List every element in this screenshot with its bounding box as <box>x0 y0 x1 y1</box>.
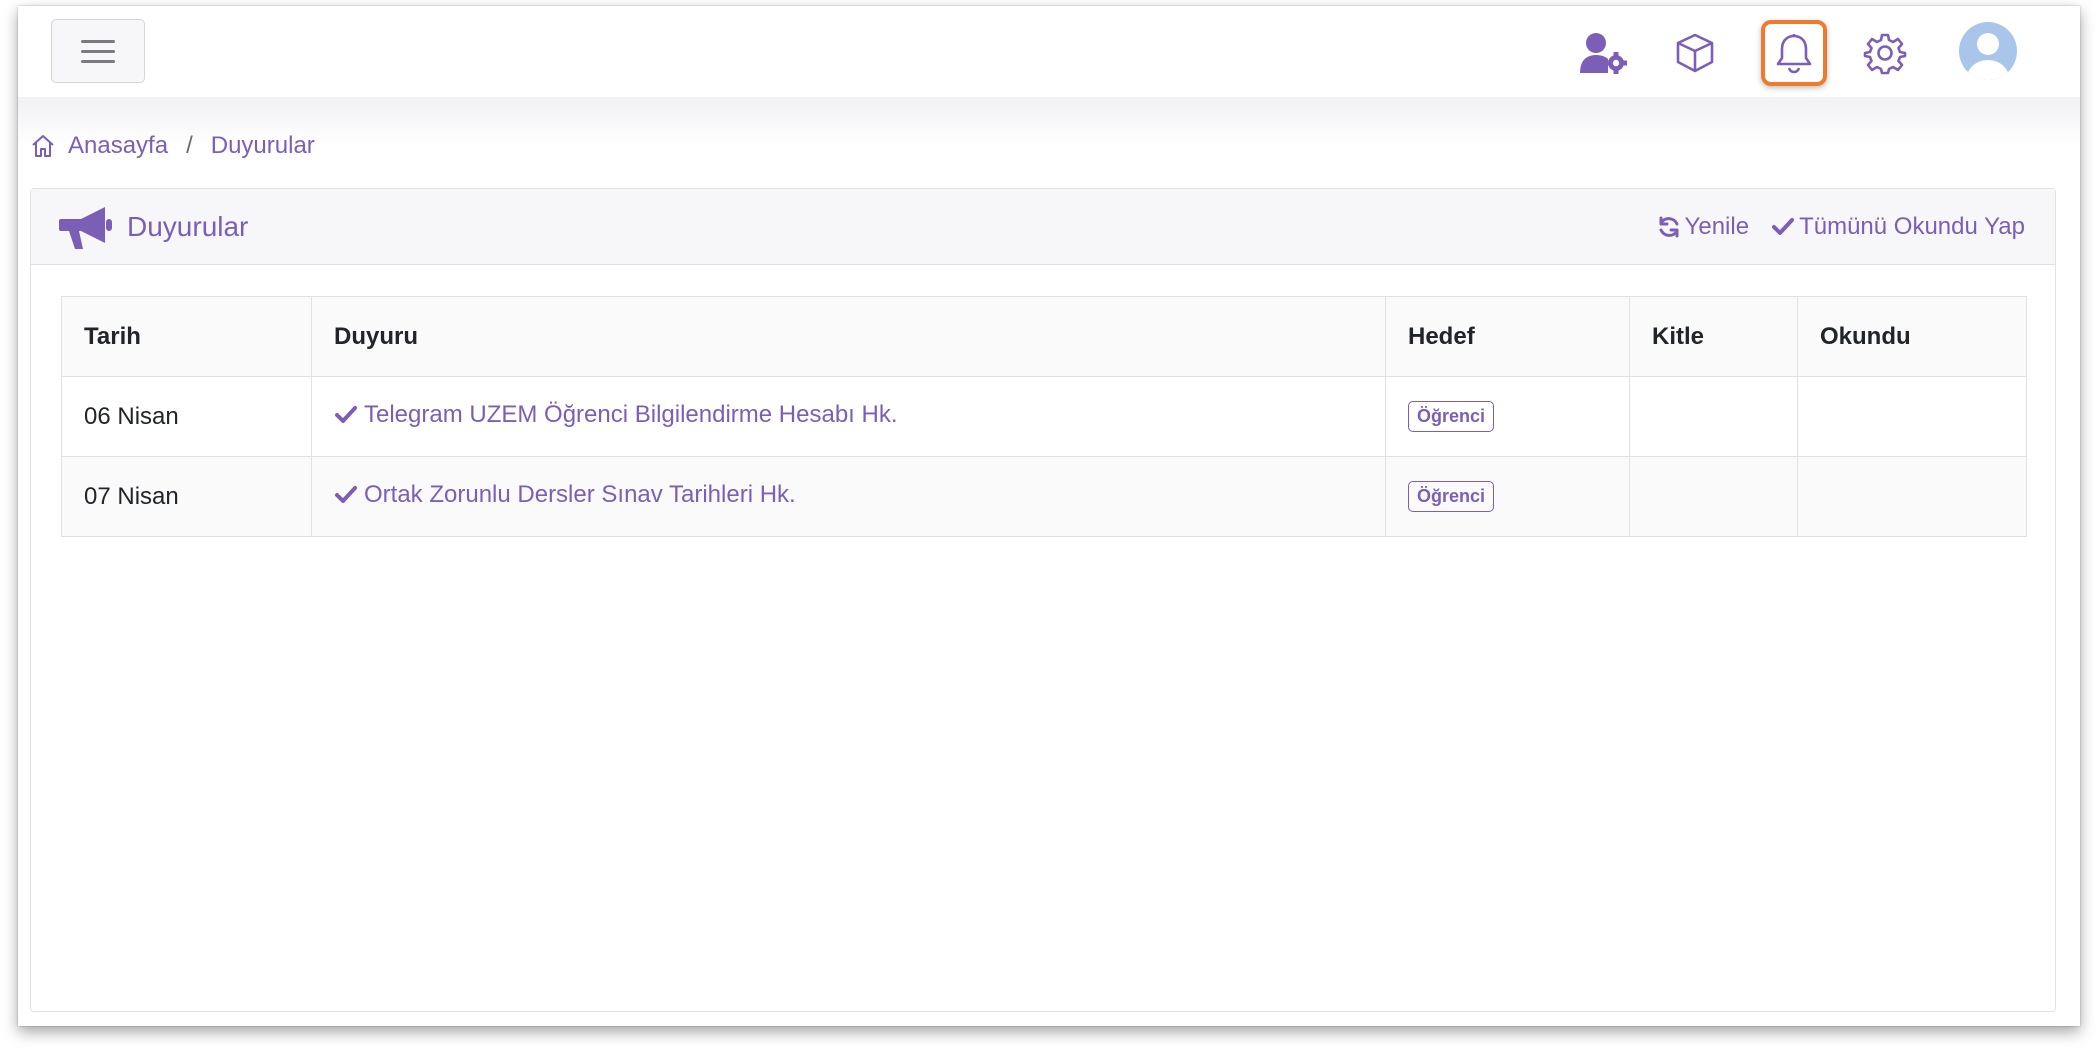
refresh-label: Yenile <box>1684 213 1750 240</box>
hamburger-line <box>81 39 115 43</box>
user-avatar-button[interactable] <box>1957 20 2019 82</box>
target-badge: Öğrenci <box>1408 401 1495 432</box>
column-header-announcement[interactable]: Duyuru <box>311 296 1386 377</box>
card-actions: Yenile Tümünü Okundu Yap <box>1657 189 2025 265</box>
card-title: Duyurular <box>127 210 249 242</box>
refresh-button[interactable]: Yenile <box>1657 213 1750 241</box>
box-icon <box>1676 33 1714 73</box>
announcement-link[interactable]: Telegram UZEM Öğrenci Bilgilendirme Hesa… <box>334 401 898 429</box>
user-gear-icon <box>1580 33 1627 74</box>
read-cell <box>1797 376 2027 457</box>
home-icon <box>32 135 54 157</box>
date-cell: 07 Nisan <box>61 456 312 537</box>
target-cell: Öğrenci <box>1385 376 1630 457</box>
settings-button[interactable] <box>1852 20 1918 86</box>
announcement-cell: Telegram UZEM Öğrenci Bilgilendirme Hesa… <box>311 376 1386 457</box>
date-cell: 06 Nisan <box>61 376 312 457</box>
breadcrumb: Anasayfa / Duyurular <box>30 126 315 166</box>
column-header-date[interactable]: Tarih <box>61 296 312 377</box>
notifications-button[interactable] <box>1761 20 1827 86</box>
announcement-link[interactable]: Ortak Zorunlu Dersler Sınav Tarihleri Hk… <box>334 481 796 509</box>
breadcrumb-separator: / <box>186 132 193 159</box>
announcements-table: Tarih Duyuru Hedef Kitle Okundu 06 Nisan <box>61 296 2027 537</box>
packages-button[interactable] <box>1662 20 1728 86</box>
column-header-target[interactable]: Hedef <box>1385 296 1630 377</box>
announcement-title: Ortak Zorunlu Dersler Sınav Tarihleri Hk… <box>364 480 796 508</box>
mark-all-read-button[interactable]: Tümünü Okundu Yap <box>1771 213 2025 241</box>
column-header-audience[interactable]: Kitle <box>1629 296 1798 377</box>
audience-cell <box>1629 376 1798 457</box>
breadcrumb-home-link[interactable]: Anasayfa <box>68 132 168 160</box>
breadcrumb-current[interactable]: Duyurular <box>211 132 315 160</box>
mark-all-read-label: Tümünü Okundu Yap <box>1799 213 2025 240</box>
read-cell <box>1797 456 2027 537</box>
announcements-card: Duyurular Yenile Tümünü Okundu Yap Tarih… <box>30 188 2056 1012</box>
announcement-title: Telegram UZEM Öğrenci Bilgilendirme Hesa… <box>364 400 898 428</box>
hamburger-line <box>81 59 115 63</box>
card-header: Duyurular Yenile Tümünü Okundu Yap <box>31 189 2055 265</box>
hamburger-line <box>81 49 115 53</box>
user-settings-button[interactable] <box>1571 20 1637 86</box>
table-row: 06 Nisan Telegram UZEM Öğrenci Bilgilend… <box>61 376 2027 457</box>
top-navbar <box>18 6 2080 97</box>
audience-cell <box>1629 456 1798 537</box>
avatar <box>1959 22 2017 80</box>
menu-toggle-button[interactable] <box>51 19 145 83</box>
target-cell: Öğrenci <box>1385 456 1630 537</box>
check-icon <box>335 485 357 503</box>
target-badge: Öğrenci <box>1408 481 1495 512</box>
column-header-read[interactable]: Okundu <box>1797 296 2027 377</box>
check-icon <box>1772 218 1795 235</box>
check-icon <box>335 405 357 423</box>
app-window: Anasayfa / Duyurular Duyurular Yenile Tü… <box>18 6 2080 1026</box>
table-header-row: Tarih Duyuru Hedef Kitle Okundu <box>61 296 2027 377</box>
refresh-icon <box>1659 216 1679 238</box>
topbar-shadow <box>18 97 2080 147</box>
table-row: 07 Nisan Ortak Zorunlu Dersler Sınav Tar… <box>61 456 2027 537</box>
bell-icon <box>1776 34 1812 74</box>
gear-icon <box>1863 33 1907 75</box>
megaphone-icon <box>59 206 112 249</box>
announcement-cell: Ortak Zorunlu Dersler Sınav Tarihleri Hk… <box>311 456 1386 537</box>
